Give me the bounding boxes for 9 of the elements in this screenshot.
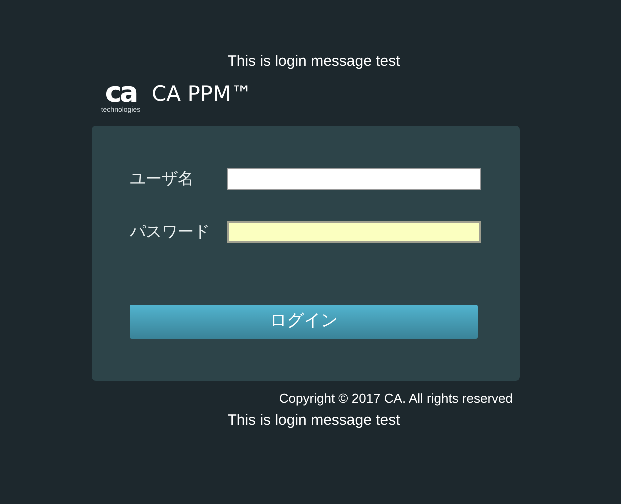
- field-label: ユーザ名: [130, 168, 195, 190]
- input-field[interactable]: [227, 168, 481, 190]
- input-field[interactable]: [227, 221, 481, 243]
- login-button[interactable]: ログイン: [130, 305, 478, 339]
- login-message: This is login message test: [228, 412, 400, 430]
- login-message: This is login message test: [228, 53, 400, 71]
- field-label: パスワード: [130, 221, 211, 243]
- product-name: CA PPM™: [152, 81, 252, 107]
- copyright-text: Copyright © 2017 CA. All rights reserved: [279, 391, 513, 407]
